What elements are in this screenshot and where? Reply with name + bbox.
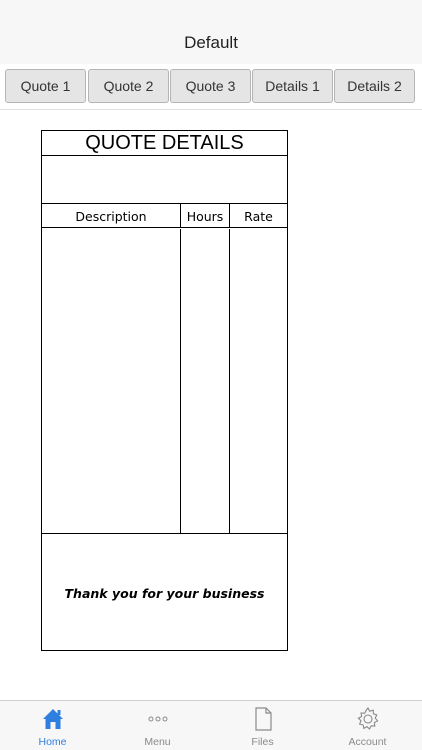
tab-bar-account[interactable]: Account [315, 701, 420, 750]
tab-bar-home-label: Home [38, 736, 67, 748]
more-icon [105, 706, 210, 732]
tab-bar-home[interactable]: Home [0, 701, 105, 750]
column-header-rate: Rate [230, 204, 287, 228]
tab-bar-files[interactable]: Files [210, 701, 315, 750]
gear-icon [315, 706, 420, 732]
column-header-description: Description [42, 204, 181, 228]
column-header-hours: Hours [181, 204, 230, 228]
tab-details-1[interactable]: Details 1 [252, 69, 333, 103]
file-icon [210, 706, 315, 732]
quote-title: QUOTE DETAILS [42, 131, 287, 156]
tab-quote-1[interactable]: Quote 1 [5, 69, 86, 103]
thank-you-text: Thank you for your business [64, 586, 265, 601]
tab-quote-2[interactable]: Quote 2 [88, 69, 169, 103]
tab-details-2[interactable]: Details 2 [334, 69, 415, 103]
tab-bar-menu[interactable]: Menu [105, 701, 210, 750]
hours-column [181, 229, 230, 533]
quote-info-area [42, 156, 287, 204]
tab-bar-files-label: Files [251, 736, 274, 748]
tab-quote-3[interactable]: Quote 3 [170, 69, 251, 103]
screen: Default Quote 1 Quote 2 Quote 3 Details … [0, 0, 422, 750]
navigation-bar: Default [0, 0, 422, 65]
page-title: Default [184, 33, 238, 52]
quote-footer: Thank you for your business [42, 533, 287, 650]
home-icon [0, 706, 105, 732]
description-column [42, 229, 181, 533]
rate-column [230, 229, 287, 533]
quote-document: QUOTE DETAILS Description Hours Rate Tha… [41, 130, 288, 651]
tab-bar: Home Menu Files Account [0, 700, 422, 750]
tab-bar-menu-label: Menu [144, 736, 171, 748]
segmented-tabs: Quote 1 Quote 2 Quote 3 Details 1 Detail… [0, 64, 422, 110]
tab-bar-account-label: Account [348, 736, 387, 748]
